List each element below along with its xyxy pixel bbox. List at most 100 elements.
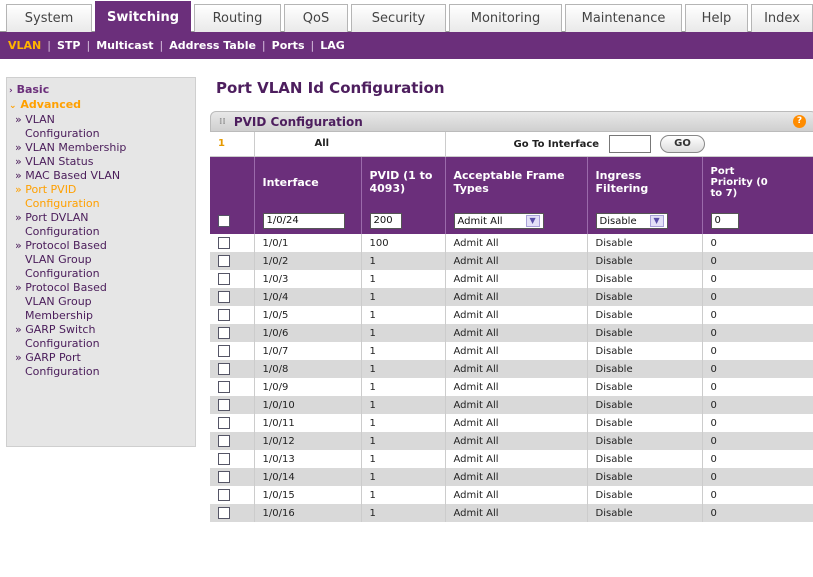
sidebar-item-vlan-status[interactable]: » VLAN Status [7,155,195,169]
sidebar-item-vlan-configuration[interactable]: » VLAN Configuration [7,113,195,141]
sidebar-item-garp-switch-configuration[interactable]: » GARP Switch Configuration [7,323,195,351]
sidebar-item-label: » Port DVLAN [15,211,89,224]
sidebar-item-label: Configuration [25,225,100,238]
ingress-filtering-cell: Disable [587,432,703,450]
subnav-lag[interactable]: LAG [320,39,345,52]
page-number[interactable]: 1 [210,132,255,157]
row-checkbox[interactable] [218,273,230,285]
table-row[interactable]: 1/0/14 1 Admit All Disable 0 [210,468,813,486]
table-row[interactable]: 1/0/10 1 Admit All Disable 0 [210,396,813,414]
all-link[interactable]: All [254,132,446,157]
sidebar-basic[interactable]: › Basic [7,83,195,98]
subnav-address-table[interactable]: Address Table [169,39,256,52]
row-select-cell [210,360,255,378]
table-row[interactable]: 1/0/6 1 Admit All Disable 0 [210,324,813,342]
tab-switching[interactable]: Switching [95,1,191,32]
tab-routing[interactable]: Routing [194,4,281,32]
row-checkbox[interactable] [218,417,230,429]
tab-monitoring[interactable]: Monitoring [449,4,562,32]
row-checkbox[interactable] [218,471,230,483]
sidebar-item-label: Configuration [25,337,100,350]
tab-help[interactable]: Help [685,4,748,32]
sidebar-item-label: Configuration [25,197,100,210]
sidebar-item-label: Configuration [25,127,100,140]
row-checkbox[interactable] [218,507,230,519]
sidebar-item-port-dvlan-configuration[interactable]: » Port DVLAN Configuration [7,211,195,239]
tab-security[interactable]: Security [351,4,446,32]
sub-nav: VLAN | STP | Multicast | Address Table |… [0,32,813,59]
grip-icon: ⁞⁞ [219,116,226,127]
row-checkbox[interactable] [218,291,230,303]
table-row[interactable]: 1/0/8 1 Admit All Disable 0 [210,360,813,378]
table-row[interactable]: 1/0/11 1 Admit All Disable 0 [210,414,813,432]
table-row[interactable]: 1/0/16 1 Admit All Disable 0 [210,504,813,522]
frame-types-cell: Admit All [445,252,588,270]
tab-system[interactable]: System [6,4,92,32]
row-checkbox[interactable] [218,489,230,501]
table-row[interactable]: 1/0/1 100 Admit All Disable 0 [210,234,813,252]
sidebar: › Basic ⌄ Advanced » VLAN Configuration … [6,77,196,447]
ingress-filtering-cell: Disable [587,252,703,270]
subnav-ports[interactable]: Ports [272,39,305,52]
help-icon[interactable]: ? [793,115,806,128]
subnav-multicast[interactable]: Multicast [96,39,153,52]
sidebar-item-vlan-membership[interactable]: » VLAN Membership [7,141,195,155]
row-checkbox[interactable] [218,255,230,267]
ingress-filtering-cell: Disable [587,342,703,360]
row-checkbox[interactable] [218,363,230,375]
row-checkbox[interactable] [218,381,230,393]
port-priority-input[interactable]: 0 [710,213,739,229]
pvid-cell: 1 [361,342,446,360]
table-row[interactable]: 1/0/12 1 Admit All Disable 0 [210,432,813,450]
sidebar-item-port-pvid-configuration[interactable]: » Port PVID Configuration [7,183,195,211]
sidebar-item-label: » Protocol Based [15,281,107,294]
ingress-filtering-cell: Disable [587,378,703,396]
edit-ingress-cell: Disable ▼ [587,208,703,234]
row-checkbox[interactable] [218,345,230,357]
sidebar-item-garp-port-configuration[interactable]: » GARP Port Configuration [7,351,195,379]
row-select-cell [210,414,255,432]
frame-types-cell: Admit All [445,486,588,504]
edit-row-select [210,208,255,234]
table-row[interactable]: 1/0/7 1 Admit All Disable 0 [210,342,813,360]
row-checkbox[interactable] [218,453,230,465]
row-checkbox[interactable] [218,327,230,339]
table-row[interactable]: 1/0/3 1 Admit All Disable 0 [210,270,813,288]
table-row[interactable]: 1/0/4 1 Admit All Disable 0 [210,288,813,306]
edit-row: 1/0/24 200 Admit All ▼ Disable ▼ 0 [210,208,813,234]
row-checkbox[interactable] [218,237,230,249]
frame-types-cell: Admit All [445,342,588,360]
separator: | [47,39,51,52]
pvid-cell: 1 [361,306,446,324]
pvid-input[interactable]: 200 [369,213,402,229]
sidebar-item-mac-based-vlan[interactable]: » MAC Based VLAN [7,169,195,183]
chevron-down-icon: ▼ [649,215,664,227]
sidebar-item-protocol-vlan-group-membership[interactable]: » Protocol Based VLAN Group Membership [7,281,195,323]
port-priority-cell: 0 [702,504,813,522]
interface-input[interactable]: 1/0/24 [262,213,345,229]
table-row[interactable]: 1/0/5 1 Admit All Disable 0 [210,306,813,324]
tab-qos[interactable]: QoS [284,4,348,32]
frame-types-cell: Admit All [445,432,588,450]
go-button[interactable]: GO [660,134,706,153]
sidebar-item-label: Configuration [25,267,100,280]
separator: | [261,39,266,52]
ingress-filtering-select[interactable]: Disable ▼ [595,213,668,229]
table-row[interactable]: 1/0/2 1 Admit All Disable 0 [210,252,813,270]
tab-maintenance[interactable]: Maintenance [565,4,682,32]
row-checkbox[interactable] [218,399,230,411]
subnav-stp[interactable]: STP [57,39,81,52]
sidebar-item-protocol-vlan-group-configuration[interactable]: » Protocol Based VLAN Group Configuratio… [7,239,195,281]
go-to-interface-input[interactable] [608,134,651,153]
tab-index[interactable]: Index [751,4,813,32]
table-row[interactable]: 1/0/15 1 Admit All Disable 0 [210,486,813,504]
row-checkbox[interactable] [218,435,230,447]
table-row[interactable]: 1/0/9 1 Admit All Disable 0 [210,378,813,396]
table-row[interactable]: 1/0/13 1 Admit All Disable 0 [210,450,813,468]
row-checkbox[interactable] [218,309,230,321]
subnav-vlan[interactable]: VLAN [8,39,41,52]
frame-types-select[interactable]: Admit All ▼ [453,213,544,229]
sidebar-advanced[interactable]: ⌄ Advanced [7,98,195,113]
interface-cell: 1/0/13 [254,450,362,468]
select-all-checkbox[interactable] [218,215,230,227]
